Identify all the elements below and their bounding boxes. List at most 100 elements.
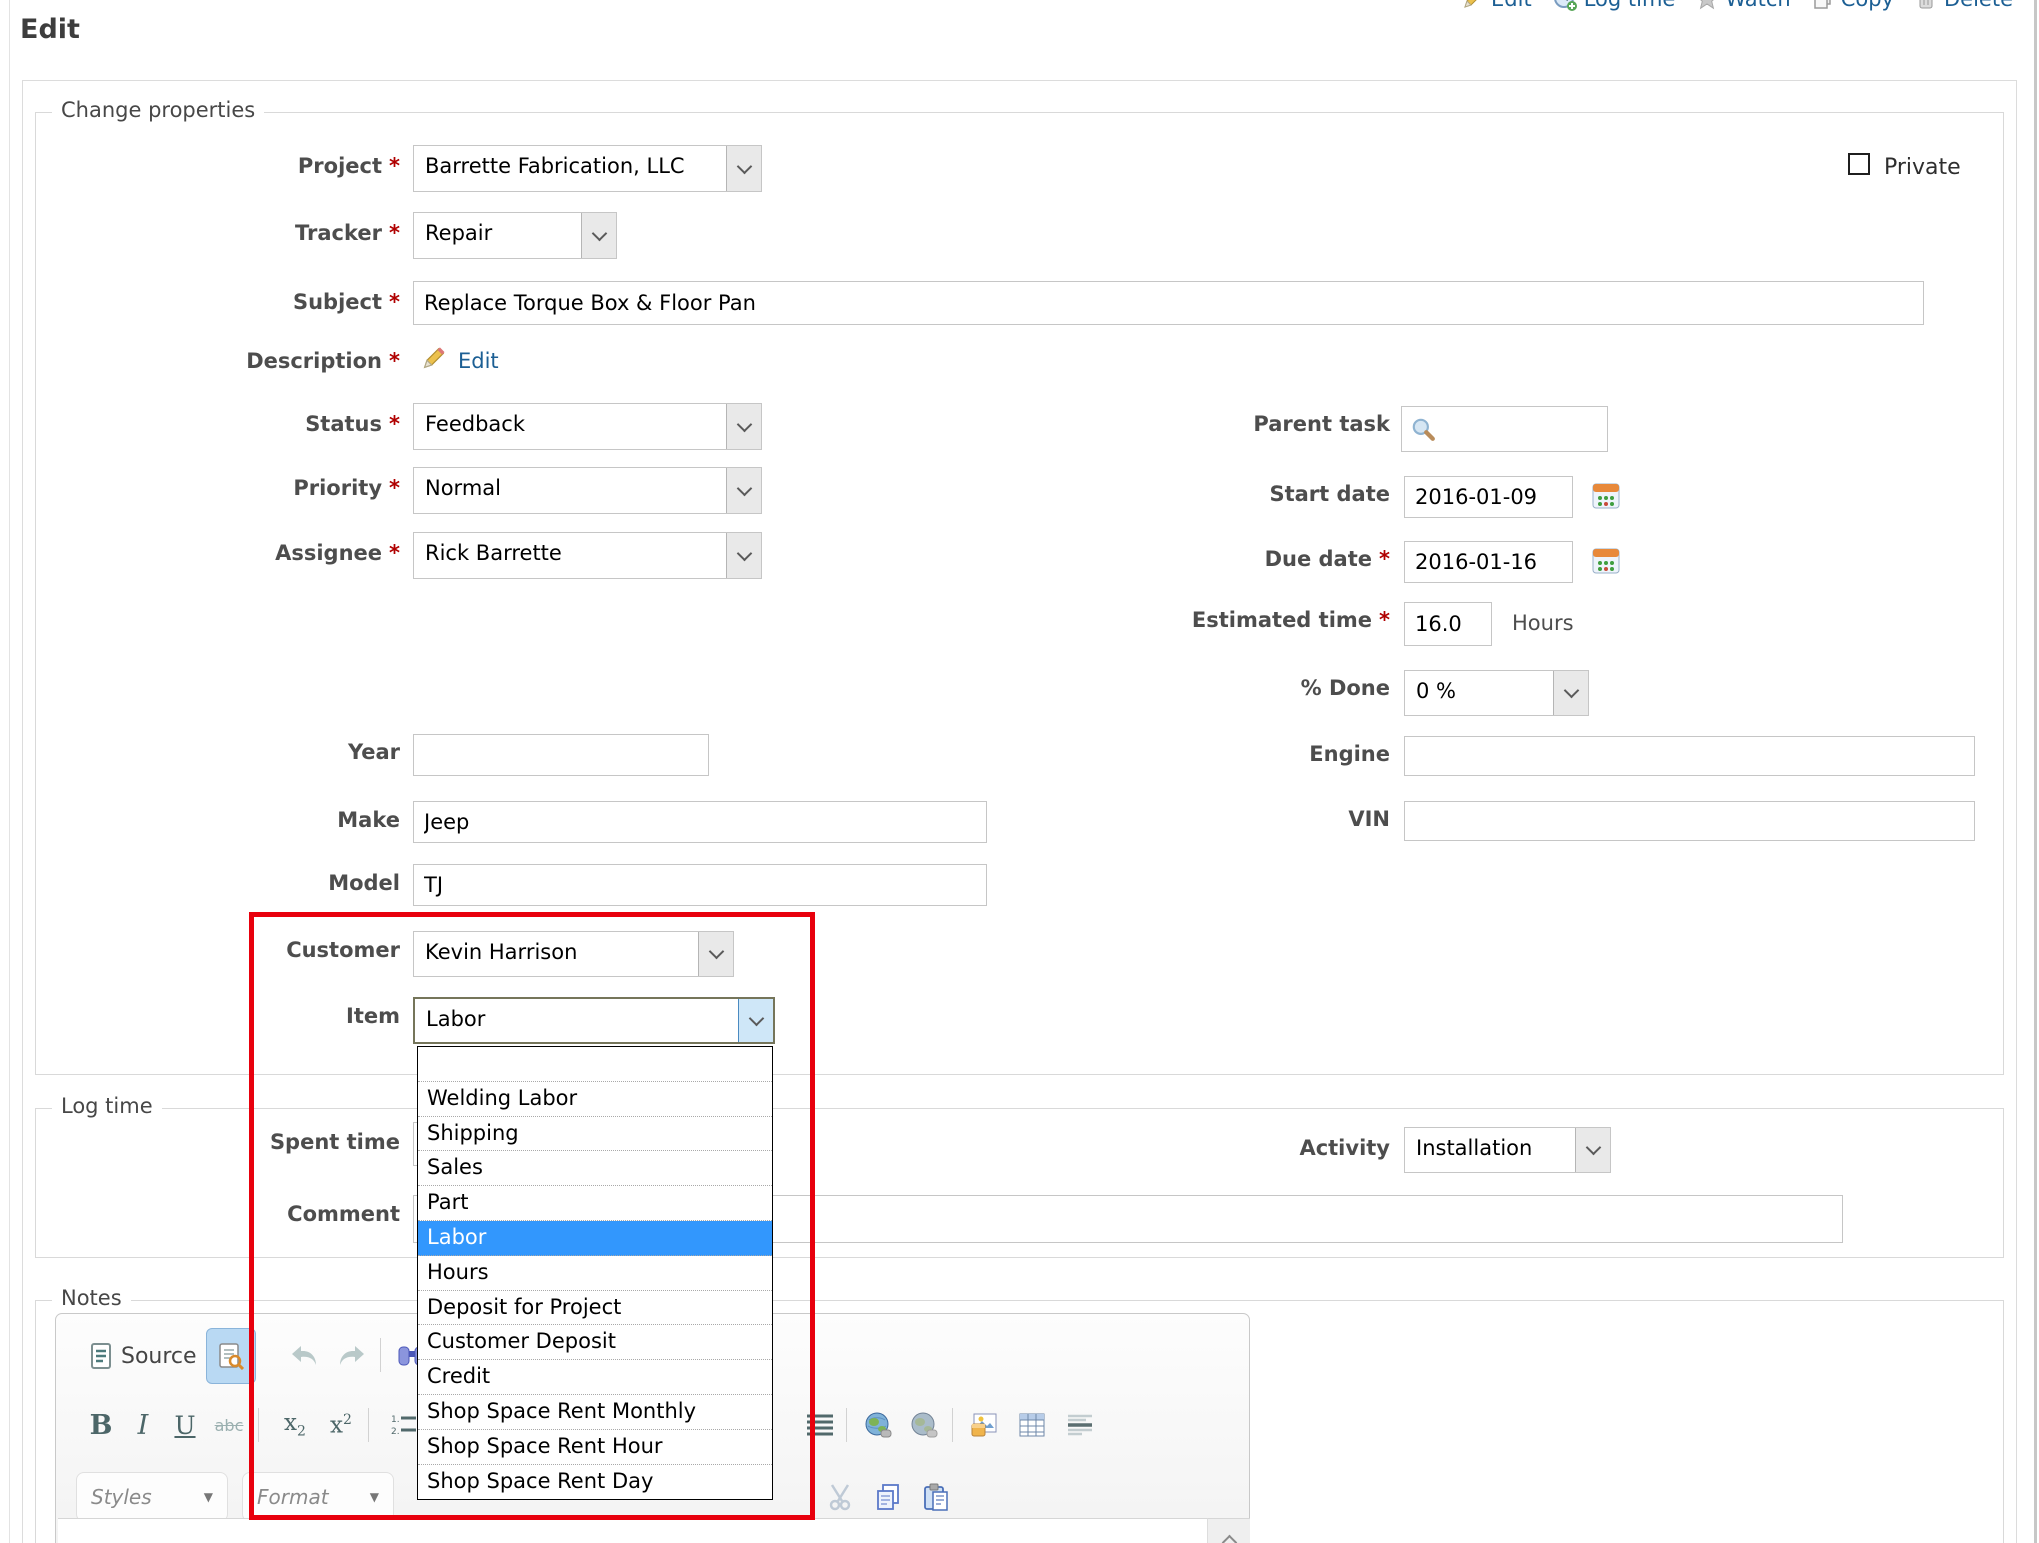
preview-button[interactable] (206, 1328, 256, 1384)
item-label: Item (20, 1004, 400, 1028)
priority-select-arrow-icon[interactable] (726, 468, 761, 513)
context-delete-link[interactable]: Delete (1914, 0, 2013, 11)
due-date-input[interactable] (1404, 541, 1573, 583)
collapse-toolbar-button[interactable] (1207, 1518, 1250, 1543)
parent-task-label: Parent task (1000, 412, 1390, 436)
unlink-button[interactable] (902, 1402, 946, 1448)
customer-select-arrow-icon[interactable] (698, 932, 733, 976)
item-select[interactable]: Labor (413, 997, 775, 1044)
estimated-time-suffix: Hours (1512, 611, 1574, 635)
context-watch-link[interactable]: Watch (1695, 0, 1790, 11)
toolbar-separator (258, 1408, 259, 1442)
item-dropdown-option[interactable]: Shipping (418, 1117, 772, 1152)
table-icon (1018, 1412, 1046, 1438)
subscript-button[interactable]: x2 (272, 1402, 318, 1448)
project-select-arrow-icon[interactable] (726, 146, 761, 191)
year-input[interactable] (413, 734, 709, 776)
context-copy-link[interactable]: Copy (1811, 0, 1894, 11)
description-pencil-icon (420, 344, 448, 372)
image-button[interactable] (962, 1402, 1006, 1448)
model-input[interactable] (413, 864, 987, 906)
horizontal-rule-button[interactable] (1058, 1402, 1102, 1448)
item-dropdown-option[interactable]: Labor (418, 1221, 772, 1256)
paste-button[interactable] (914, 1474, 958, 1520)
start-date-calendar-icon[interactable] (1592, 482, 1620, 509)
item-dropdown-option[interactable] (418, 1047, 772, 1082)
link-button[interactable] (856, 1402, 900, 1448)
undo-button[interactable] (282, 1334, 326, 1378)
source-button-label: Source (121, 1344, 197, 1369)
activity-select-arrow-icon[interactable] (1575, 1128, 1610, 1172)
item-dropdown-option[interactable]: Credit (418, 1360, 772, 1395)
strikethrough-icon: abc (215, 1416, 244, 1435)
item-select-arrow-icon[interactable] (738, 999, 773, 1042)
underline-button[interactable]: U (165, 1402, 205, 1448)
italic-button[interactable]: I (123, 1402, 163, 1448)
description-edit-link[interactable]: Edit (458, 349, 499, 373)
toolbar-separator (952, 1408, 953, 1442)
assignee-select[interactable]: Rick Barrette (413, 532, 762, 579)
subject-input[interactable] (413, 281, 1924, 325)
change-properties-legend: Change properties (52, 98, 264, 122)
tracker-select-arrow-icon[interactable] (581, 213, 616, 258)
comment-label: Comment (20, 1202, 400, 1226)
estimated-time-input[interactable] (1404, 602, 1492, 646)
context-edit-link[interactable]: Edit (1461, 0, 1532, 11)
make-input[interactable] (413, 801, 987, 843)
item-dropdown-option[interactable]: Shop Space Rent Day (418, 1465, 772, 1500)
tracker-select[interactable]: Repair (413, 212, 617, 259)
cut-button[interactable] (818, 1474, 862, 1520)
strikethrough-button[interactable]: abc (206, 1402, 252, 1448)
format-combo-arrow-icon: ▼ (370, 1490, 379, 1504)
activity-select[interactable]: Installation (1404, 1127, 1611, 1173)
scrollbar-edge (2034, 0, 2037, 1543)
bold-button[interactable]: B (81, 1402, 121, 1448)
styles-combo-label: Styles (91, 1485, 152, 1509)
engine-input[interactable] (1404, 736, 1975, 776)
assignee-select-arrow-icon[interactable] (726, 533, 761, 578)
item-dropdown-option[interactable]: Hours (418, 1256, 772, 1291)
status-select-arrow-icon[interactable] (726, 404, 761, 449)
svg-text:1.: 1. (391, 1415, 400, 1425)
redo-button[interactable] (330, 1334, 374, 1378)
priority-select[interactable]: Normal (413, 467, 762, 514)
justify-icon (807, 1414, 833, 1436)
format-combo[interactable]: Format ▼ (242, 1472, 394, 1522)
svg-text:2.: 2. (391, 1427, 400, 1437)
item-dropdown-option[interactable]: Shop Space Rent Hour (418, 1430, 772, 1465)
customer-select[interactable]: Kevin Harrison (413, 931, 734, 977)
percent-done-select-value: 0 % (1405, 671, 1553, 715)
styles-combo[interactable]: Styles ▼ (76, 1472, 228, 1522)
editor-content-area[interactable] (58, 1518, 1207, 1543)
superscript-button[interactable]: x2 (318, 1402, 364, 1448)
content-left-border (9, 0, 10, 1543)
private-checkbox[interactable] (1848, 153, 1870, 175)
issue-edit-page: Edit Log time Watch Copy Delete Edit Cha… (0, 0, 2039, 1543)
status-select[interactable]: Feedback (413, 403, 762, 450)
copy-button[interactable] (866, 1474, 910, 1520)
context-log-time-link[interactable]: Log time (1552, 0, 1676, 12)
vin-input[interactable] (1404, 801, 1975, 841)
format-combo-label: Format (257, 1485, 329, 1509)
percent-done-select-arrow-icon[interactable] (1553, 671, 1588, 715)
start-date-input[interactable] (1404, 476, 1573, 518)
justify-button[interactable] (798, 1402, 842, 1448)
numbered-list-icon: 1.2. (391, 1413, 417, 1437)
item-dropdown-option[interactable]: Sales (418, 1151, 772, 1186)
source-button[interactable]: Source (78, 1330, 209, 1382)
item-dropdown-option[interactable]: Welding Labor (418, 1082, 772, 1117)
percent-done-select[interactable]: 0 % (1404, 670, 1589, 716)
table-button[interactable] (1010, 1402, 1054, 1448)
project-select[interactable]: Barrette Fabrication, LLC (413, 145, 762, 192)
activity-label: Activity (1000, 1136, 1390, 1160)
item-dropdown-option[interactable]: Part (418, 1186, 772, 1221)
due-date-label: Due date* (1000, 547, 1390, 571)
tracker-label: Tracker* (20, 221, 400, 245)
item-dropdown-option[interactable]: Deposit for Project (418, 1291, 772, 1326)
item-dropdown-option[interactable]: Customer Deposit (418, 1325, 772, 1360)
item-dropdown-option[interactable]: Shop Space Rent Monthly (418, 1395, 772, 1430)
notes-legend: Notes (52, 1286, 131, 1310)
status-label: Status* (20, 412, 400, 436)
customer-select-value: Kevin Harrison (414, 932, 698, 976)
due-date-calendar-icon[interactable] (1592, 547, 1620, 574)
